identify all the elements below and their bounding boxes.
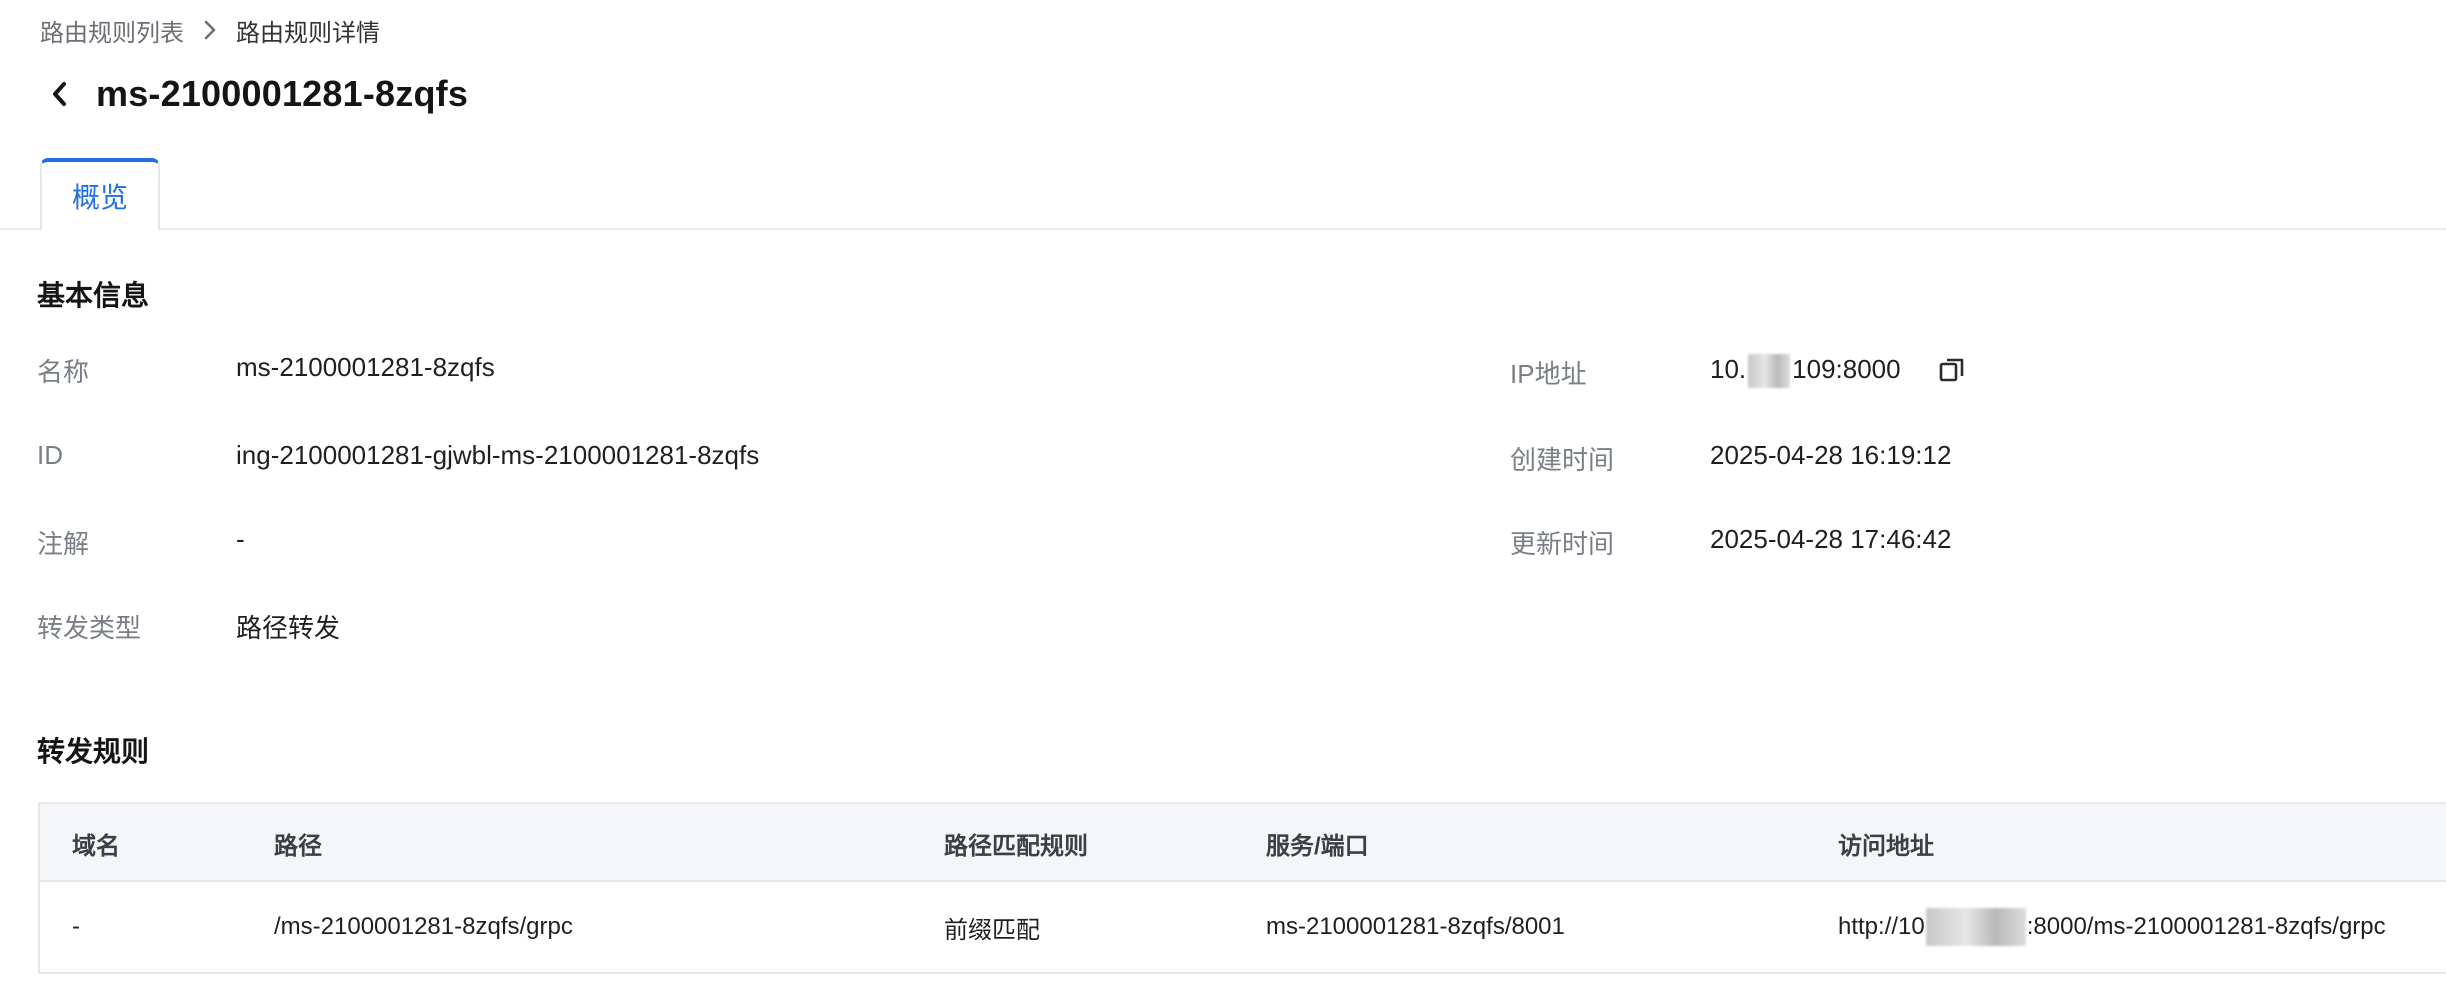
chevron-left-icon — [53, 82, 66, 106]
ip-address-label: IP地址 — [1510, 359, 1587, 389]
name-value: ms-2100001281-8zqfs — [236, 352, 495, 382]
forward-rules-title: 转发规则 — [37, 736, 150, 767]
table-header-row: 域名 路径 路径匹配规则 服务/端口 访问地址 — [40, 804, 2446, 882]
column-header-service-port: 服务/端口 — [1266, 832, 1369, 860]
forward-type-value: 路径转发 — [236, 613, 341, 643]
annotation-value: - — [236, 524, 245, 554]
chevron-right-icon — [192, 14, 228, 46]
breadcrumb-route-rule-list-link[interactable]: 路由规则列表 — [40, 13, 184, 48]
tab-bar: 概览 — [0, 156, 2446, 232]
page-header: ms-2100001281-8zqfs — [40, 66, 468, 122]
basic-info-title: 基本信息 — [37, 280, 150, 311]
column-header-match-rule: 路径匹配规则 — [944, 832, 1088, 860]
copy-icon[interactable] — [1937, 355, 1967, 385]
access-url-prefix: http://10 — [1838, 913, 1925, 940]
forward-type-label: 转发类型 — [37, 613, 142, 643]
id-value: ing-2100001281-gjwbl-ms-2100001281-8zqfs — [236, 440, 760, 470]
updated-time-label: 更新时间 — [1510, 529, 1615, 559]
table-row: - /ms-2100001281-8zqfs/grpc 前缀匹配 ms-2100… — [40, 882, 2446, 972]
access-url-suffix: :8000/ms-2100001281-8zqfs/grpc — [2026, 913, 2386, 940]
tab-overview[interactable]: 概览 — [40, 158, 160, 232]
annotation-label: 注解 — [37, 529, 90, 559]
created-time-value: 2025-04-28 16:19:12 — [1710, 440, 1952, 470]
page-title: ms-2100001281-8zqfs — [96, 73, 469, 114]
created-time-label: 创建时间 — [1510, 445, 1615, 475]
cell-match-rule: 前缀匹配 — [944, 916, 1040, 944]
cell-domain: - — [72, 913, 80, 940]
route-rule-detail-page: 路由规则列表 路由规则详情 ms-2100001281-8zqfs 概览 基本信… — [0, 0, 2446, 990]
cell-path: /ms-2100001281-8zqfs/grpc — [274, 913, 573, 940]
cell-service-port: ms-2100001281-8zqfs/8001 — [1266, 913, 1565, 940]
ip-address-prefix: 10. — [1710, 354, 1747, 384]
column-header-domain: 域名 — [72, 832, 120, 860]
cell-access-url[interactable]: http://10 :8000/ms-2100001281-8zqfs/grpc — [1838, 882, 2386, 972]
id-label: ID — [37, 440, 63, 470]
redacted-url-segment — [1925, 908, 2026, 946]
name-label: 名称 — [37, 357, 90, 387]
breadcrumb-current: 路由规则详情 — [236, 19, 380, 47]
column-header-access-url: 访问地址 — [1838, 832, 1934, 860]
updated-time-value: 2025-04-28 17:46:42 — [1710, 524, 1952, 554]
ip-address-suffix: 109:8000 — [1792, 354, 1901, 384]
breadcrumb: 路由规则列表 路由规则详情 — [40, 13, 380, 48]
column-header-path: 路径 — [274, 832, 322, 860]
ip-address-value: 10. 109:8000 — [1710, 354, 1901, 389]
back-button[interactable] — [40, 74, 80, 114]
redacted-ip-segment — [1748, 354, 1791, 389]
forward-rules-table: 域名 路径 路径匹配规则 服务/端口 访问地址 - /ms-2100001281… — [38, 802, 2446, 974]
